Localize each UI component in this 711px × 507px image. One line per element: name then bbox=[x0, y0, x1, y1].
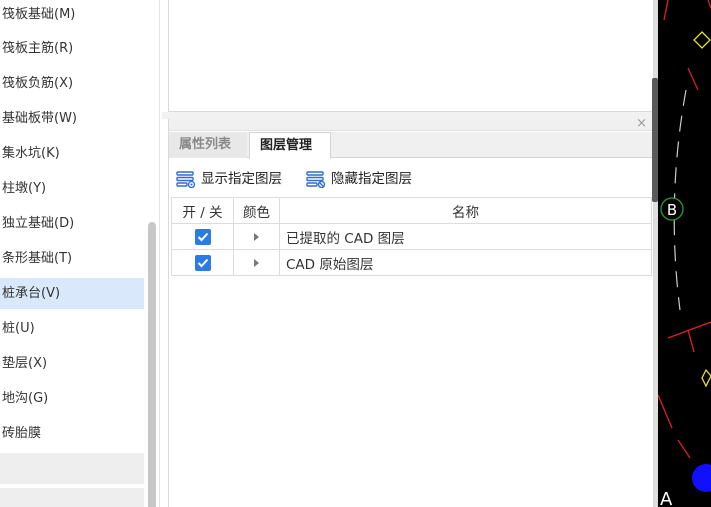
cad-line bbox=[677, 439, 691, 459]
hide-layers-icon bbox=[306, 170, 326, 188]
column-header-toggle: 开 / 关 bbox=[171, 197, 234, 224]
sidebar-item-trench[interactable]: 地沟(G) bbox=[0, 383, 144, 414]
expand-arrow-icon[interactable] bbox=[254, 258, 259, 267]
sidebar-empty-row bbox=[0, 453, 144, 484]
cad-line bbox=[687, 329, 695, 353]
layer-toggle-cell bbox=[171, 223, 234, 250]
show-layer-button[interactable]: 显示指定图层 bbox=[176, 169, 282, 189]
layer-toggle-cell bbox=[171, 249, 234, 276]
panel-gap bbox=[162, 112, 654, 119]
sidebar-item-isolated-footing[interactable]: 独立基础(D) bbox=[0, 208, 144, 239]
sidebar-item-cushion-layer[interactable]: 垫层(X) bbox=[0, 348, 144, 379]
cad-drawing: B A bbox=[658, 0, 711, 507]
layer-table: 开 / 关 颜色 名称 已提取的 CAD 图层 CAD 原始图层 bbox=[171, 197, 652, 276]
table-header-row: 开 / 关 颜色 名称 bbox=[171, 197, 652, 224]
hide-layer-button[interactable]: 隐藏指定图层 bbox=[306, 169, 412, 189]
layer-toolbar: 显示指定图层 隐藏指定图层 bbox=[169, 159, 653, 195]
show-layers-icon bbox=[176, 170, 196, 188]
sidebar-item-foundation-strip[interactable]: 基础板带(W) bbox=[0, 103, 144, 134]
layer-management-panel: × 属性列表 图层管理 显示指定图层 隐藏指定图层 开 / 关 颜色 名称 已提… bbox=[168, 116, 654, 507]
axis-label-b: B bbox=[667, 201, 677, 219]
layer-name: 已提取的 CAD 图层 bbox=[279, 223, 652, 250]
sidebar-item-raft-negative-rebar[interactable]: 筏板负筋(X) bbox=[0, 68, 144, 99]
show-layer-label: 显示指定图层 bbox=[201, 171, 282, 187]
layer-color-cell[interactable] bbox=[233, 249, 280, 276]
sidebar-item-strip-footing[interactable]: 条形基础(T) bbox=[0, 243, 144, 274]
panel-tabs: 属性列表 图层管理 bbox=[169, 132, 653, 159]
table-row[interactable]: 已提取的 CAD 图层 bbox=[171, 223, 652, 250]
hide-layer-label: 隐藏指定图层 bbox=[331, 171, 412, 187]
layer-name: CAD 原始图层 bbox=[279, 249, 652, 276]
sidebar-item-pile-cap[interactable]: 桩承台(V) bbox=[0, 278, 144, 309]
sidebar-scrollbar[interactable] bbox=[148, 222, 156, 507]
layer-visible-checkbox[interactable] bbox=[194, 254, 211, 271]
component-sidebar: 筏板基础(M) 筏板主筋(R) 筏板负筋(X) 基础板带(W) 集水坑(K) 柱… bbox=[0, 0, 160, 507]
cad-marker bbox=[701, 368, 711, 388]
axis-label-a: A bbox=[660, 489, 673, 507]
cad-drawing-canvas[interactable]: B A bbox=[658, 0, 711, 507]
table-row[interactable]: CAD 原始图层 bbox=[171, 249, 652, 276]
sidebar-item-column-pier[interactable]: 柱墩(Y) bbox=[0, 173, 144, 204]
sidebar-item-raft-main-rebar[interactable]: 筏板主筋(R) bbox=[0, 33, 144, 64]
cad-blue-marker bbox=[692, 464, 711, 492]
expand-arrow-icon[interactable] bbox=[254, 232, 259, 241]
close-icon[interactable]: × bbox=[636, 116, 647, 132]
check-icon bbox=[197, 232, 208, 241]
sidebar-item-raft-foundation[interactable]: 筏板基础(M) bbox=[0, 0, 144, 30]
tab-layer-management[interactable]: 图层管理 bbox=[249, 132, 331, 159]
sidebar-empty-row bbox=[0, 488, 144, 507]
cad-line bbox=[658, 394, 673, 429]
tab-property-list[interactable]: 属性列表 bbox=[169, 132, 247, 158]
cad-marker bbox=[693, 31, 711, 49]
column-header-color: 颜色 bbox=[233, 197, 280, 224]
upper-panel bbox=[168, 0, 654, 112]
panel-title-bar: × bbox=[169, 116, 653, 132]
cad-line bbox=[663, 0, 669, 21]
column-header-name: 名称 bbox=[279, 197, 652, 224]
check-icon bbox=[197, 258, 208, 267]
sidebar-item-sump-pit[interactable]: 集水坑(K) bbox=[0, 138, 144, 169]
cad-line bbox=[687, 67, 699, 91]
layer-visible-checkbox[interactable] bbox=[194, 228, 211, 245]
sidebar-item-pile[interactable]: 桩(U) bbox=[0, 313, 144, 344]
sidebar-item-brick-mold[interactable]: 砖胎膜 bbox=[0, 418, 144, 449]
layer-color-cell[interactable] bbox=[233, 223, 280, 250]
